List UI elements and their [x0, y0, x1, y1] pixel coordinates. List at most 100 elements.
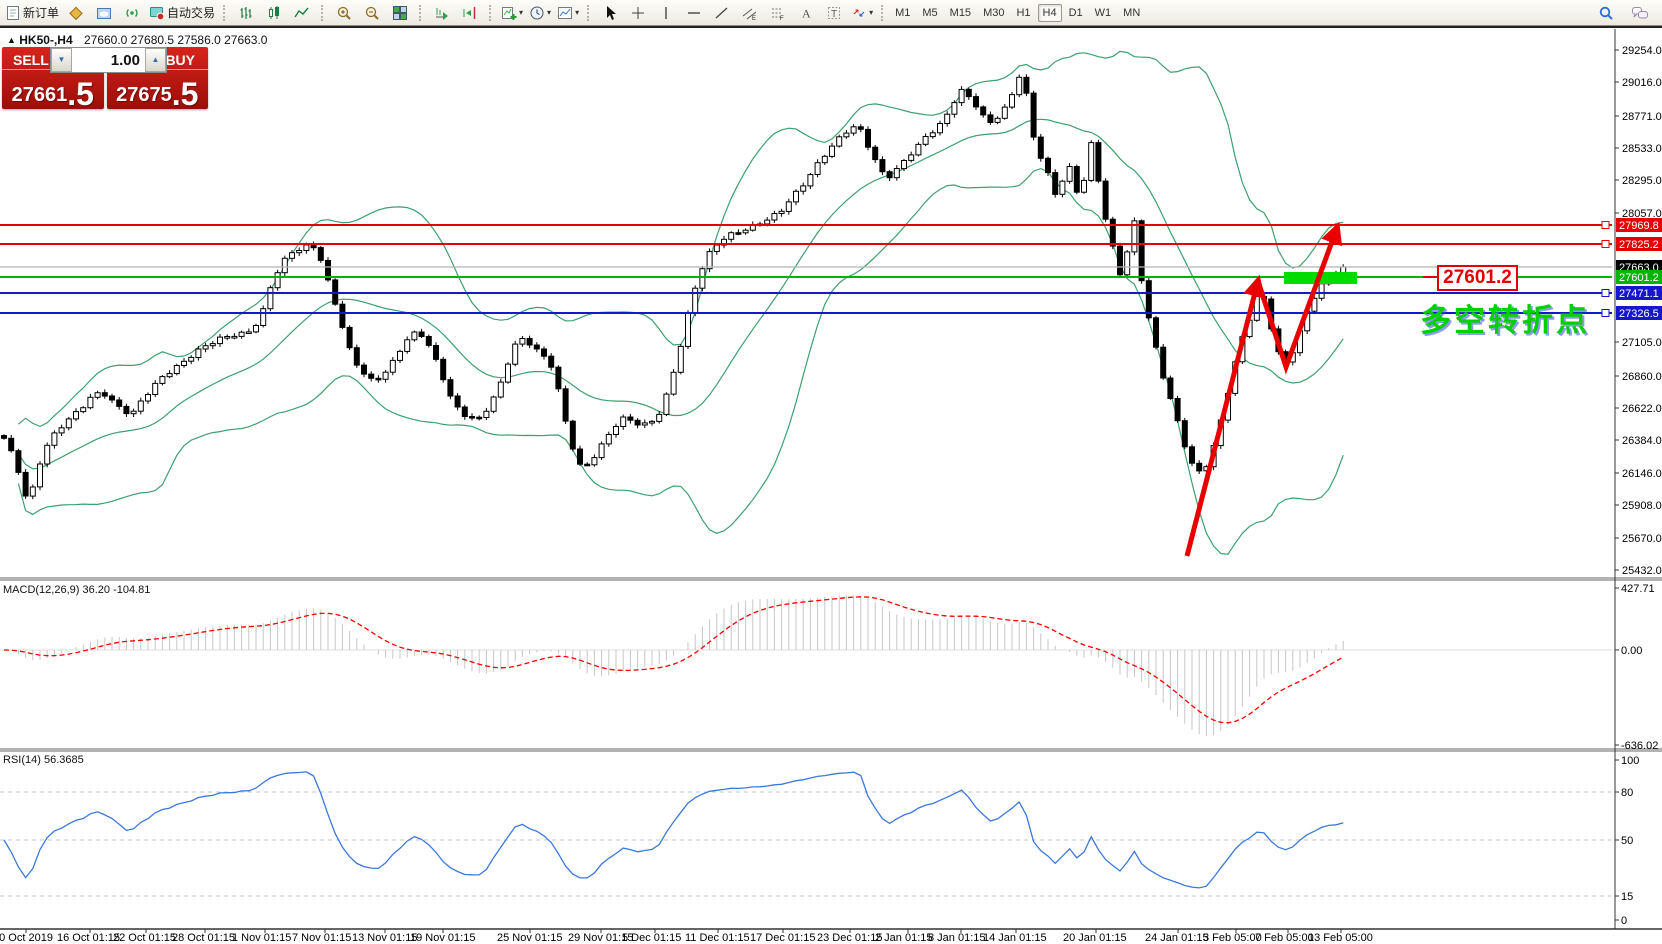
svg-text:A: A: [802, 6, 811, 20]
add-indicator-icon: [501, 5, 517, 21]
signals-button[interactable]: [118, 2, 146, 24]
tile-windows-button[interactable]: [386, 2, 414, 24]
price-axis: 29254.029016.028771.028533.028295.028057…: [1615, 45, 1662, 927]
zoom-in-button[interactable]: [330, 2, 358, 24]
bar-chart-icon: [238, 5, 254, 21]
svg-text:29016.0: 29016.0: [1622, 77, 1662, 89]
macd-values: 36.20 -104.81: [82, 584, 151, 596]
autotrading-button[interactable]: 自动交易: [146, 2, 218, 24]
tile-windows-icon: [392, 5, 408, 21]
timeframe-D1[interactable]: D1: [1064, 4, 1088, 22]
toolbar-grip: [587, 4, 591, 21]
chart-shift-icon: [462, 5, 478, 21]
buy-price: 27675.5: [116, 76, 199, 112]
cursor-tool-button[interactable]: [596, 2, 624, 24]
search-button[interactable]: [1592, 2, 1620, 24]
svg-text:25 Nov 01:15: 25 Nov 01:15: [497, 932, 562, 944]
text-tool-button[interactable]: A: [792, 2, 820, 24]
toolbar-grip: [419, 4, 423, 21]
toolbar-grip: [881, 4, 885, 21]
svg-text:427.71: 427.71: [1621, 583, 1655, 595]
timeframe-H1[interactable]: H1: [1011, 4, 1035, 22]
svg-text:19 Nov 01:15: 19 Nov 01:15: [410, 932, 475, 944]
dropdown-caret-icon: ▾: [575, 7, 580, 17]
new-order-button[interactable]: 新订单: [2, 2, 62, 24]
vertical-line-tool-button[interactable]: [652, 2, 680, 24]
channel-tool-button[interactable]: E: [736, 2, 764, 24]
profiles-button[interactable]: [62, 2, 90, 24]
svg-text:0: 0: [1621, 915, 1627, 927]
svg-text:50: 50: [1621, 835, 1633, 847]
line-handle[interactable]: [1601, 221, 1610, 229]
svg-text:13 Nov 01:15: 13 Nov 01:15: [352, 932, 417, 944]
macd-histogram: [10, 594, 1344, 737]
line-handle[interactable]: [1601, 289, 1610, 297]
timeframe-M1[interactable]: M1: [890, 4, 915, 22]
cn-annotation-text[interactable]: 多空转折点: [1420, 295, 1590, 340]
svg-text:28533.0: 28533.0: [1622, 143, 1662, 155]
price-callout-label[interactable]: 27601.2: [1437, 265, 1518, 291]
trendline-tool-button[interactable]: [708, 2, 736, 24]
line-handle[interactable]: [1601, 309, 1610, 317]
timeframe-M5[interactable]: M5: [917, 4, 942, 22]
svg-text:27326.5: 27326.5: [1619, 308, 1659, 320]
svg-text:14 Jan 01:15: 14 Jan 01:15: [983, 932, 1047, 944]
chat-button[interactable]: [1626, 2, 1654, 24]
timeframe-M15[interactable]: M15: [945, 4, 976, 22]
periods-button[interactable]: ▾: [526, 2, 554, 24]
svg-text:25670.0: 25670.0: [1622, 533, 1662, 545]
line-handle[interactable]: [1601, 240, 1610, 248]
arrows-tool-button[interactable]: ▾: [848, 2, 876, 24]
chart-canvas[interactable]: 29254.029016.028771.028533.028295.028057…: [0, 28, 1662, 944]
channel-icon: E: [742, 5, 758, 21]
rsi-value: 56.3685: [43, 754, 84, 766]
svg-text:-636.02: -636.02: [1621, 740, 1658, 752]
toolbar-grip: [223, 4, 227, 21]
svg-text:F: F: [780, 16, 784, 21]
svg-text:8 Jan 01:15: 8 Jan 01:15: [928, 932, 986, 944]
svg-text:16 Oct 01:15: 16 Oct 01:15: [57, 932, 120, 944]
time-axis: 10 Oct 2019 16 Oct 01:1522 Oct 01:1528 Oc…: [0, 929, 1373, 944]
axis-price-box: 27601.2: [1616, 270, 1662, 284]
volume-input[interactable]: [72, 48, 145, 72]
fibonacci-tool-button[interactable]: F: [764, 2, 792, 24]
timeframe-H4[interactable]: H4: [1037, 3, 1062, 22]
vertical-line-icon: [658, 5, 674, 21]
symbol-period-label: HK50-,H4: [19, 33, 73, 47]
templates-button[interactable]: ▾: [554, 2, 582, 24]
chart-header: ▲ HK50-,H4 27660.0 27680.5 27586.0 27663…: [7, 33, 267, 47]
dropdown-caret-icon: ▾: [869, 7, 874, 17]
svg-text:100: 100: [1621, 755, 1639, 767]
candlestick-chart-button[interactable]: [260, 2, 288, 24]
timeframe-M30[interactable]: M30: [978, 4, 1009, 22]
svg-text:27825.2: 27825.2: [1619, 239, 1659, 251]
svg-text:E: E: [752, 16, 756, 21]
dropdown-caret-icon: ▾: [547, 7, 552, 17]
svg-text:0.00: 0.00: [1621, 645, 1642, 657]
svg-text:7 Feb 05:00: 7 Feb 05:00: [1255, 932, 1314, 944]
axis-price-box: 27326.5: [1616, 306, 1662, 320]
horizontal-line-tool-button[interactable]: [680, 2, 708, 24]
toolbar-right: [1592, 2, 1660, 24]
zigzag-arrow-up1[interactable]: [1184, 274, 1265, 557]
crosshair-tool-button[interactable]: [624, 2, 652, 24]
zoom-out-button[interactable]: [358, 2, 386, 24]
timeframe-W1[interactable]: W1: [1090, 4, 1117, 22]
volume-up-button[interactable]: ▲: [145, 48, 166, 72]
auto-scroll-icon: [434, 5, 450, 21]
label-tool-button[interactable]: T: [820, 2, 848, 24]
timeframe-MN[interactable]: MN: [1118, 4, 1145, 22]
trendline-icon: [714, 5, 730, 21]
auto-scroll-button[interactable]: [428, 2, 456, 24]
bar-chart-button[interactable]: [232, 2, 260, 24]
line-chart-button[interactable]: [288, 2, 316, 24]
timeframe-group: M1 M5 M15 M30 H1 H4 D1 W1 MN: [890, 3, 1145, 22]
svg-text:17 Dec 01:15: 17 Dec 01:15: [750, 932, 815, 944]
market-window-button[interactable]: [90, 2, 118, 24]
svg-text:26860.0: 26860.0: [1622, 371, 1662, 383]
volume-down-button[interactable]: ▼: [51, 48, 72, 72]
chart-shift-button[interactable]: [456, 2, 484, 24]
sell-price: 27661.5: [11, 76, 94, 112]
indicators-button[interactable]: ▾: [498, 2, 526, 24]
candlestick-icon: [266, 5, 282, 21]
